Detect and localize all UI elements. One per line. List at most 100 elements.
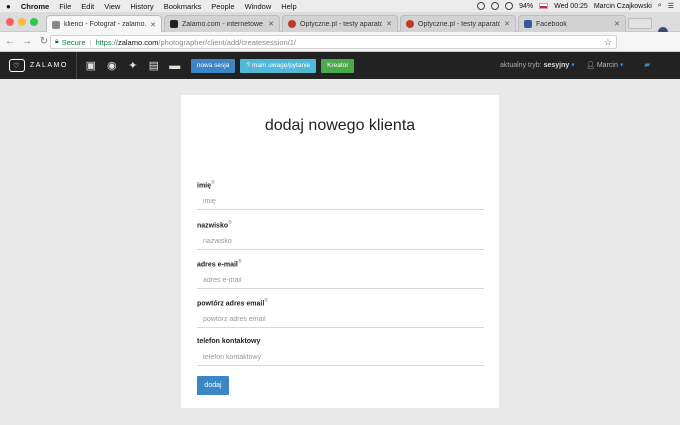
close-tab-icon[interactable]: ✕: [150, 21, 156, 29]
menubar-user[interactable]: Marcin Czajkowski: [594, 3, 652, 10]
minimize-window-button[interactable]: [18, 18, 26, 26]
address-bar[interactable]: 🔒︎ Secure | https:// zalamo.com /photogr…: [50, 35, 617, 49]
bookmark-star-icon[interactable]: ☆: [604, 37, 612, 48]
separator: |: [89, 37, 92, 47]
app-menu-chrome[interactable]: Chrome: [21, 2, 49, 11]
chevron-down-icon: ▾: [571, 62, 575, 69]
first-name-field: imię®: [197, 180, 484, 211]
user-menu[interactable]: 👤︎ Marcin ▾: [586, 61, 623, 69]
last-name-input[interactable]: [197, 234, 484, 251]
tab-title: Zalamo.com - internetowe narzęd: [182, 20, 264, 28]
spotlight-icon[interactable]: ⌕: [658, 2, 662, 10]
browser-tab[interactable]: Facebook ✕: [518, 15, 626, 32]
user-name: Marcin: [596, 62, 618, 69]
last-name-label: nazwisko®: [197, 220, 232, 230]
mode-label: aktualny tryb:: [500, 62, 542, 69]
lock-icon[interactable]: 🔒︎: [55, 38, 59, 46]
gift-icon[interactable]: ✦: [126, 59, 140, 73]
feedback-button[interactable]: ? mam uwagę/pytanie: [240, 58, 317, 73]
first-name-input[interactable]: [197, 194, 484, 211]
site-favicon-icon: [406, 20, 414, 28]
chevron-down-icon: ▾: [619, 62, 624, 69]
email-input[interactable]: [197, 273, 484, 290]
browser-tab[interactable]: Optyczne.pl - testy aparatów, o ✕: [400, 15, 516, 32]
logo-text: ZALAMO: [30, 62, 68, 69]
status-icon[interactable]: [477, 2, 486, 10]
question-icon: ?: [246, 62, 250, 69]
menu-edit[interactable]: Edit: [81, 2, 94, 11]
facebook-favicon-icon: [524, 20, 532, 28]
browser-tabstrip: klienci - Fotograf - zalamo.com ✕ Zalamo…: [0, 12, 680, 37]
close-window-button[interactable]: [6, 18, 14, 26]
zalamo-logo[interactable]: ♡ ZALAMO: [9, 59, 68, 72]
page-title: dodaj nowego klienta: [264, 117, 416, 134]
site-favicon-icon: [288, 20, 296, 28]
portrait-icon[interactable]: ▤: [147, 59, 161, 73]
app-navbar: ♡ ZALAMO ▣ ◉ ✦ ▤ ▬ nowa sesja ? mam uwag…: [0, 52, 680, 79]
close-tab-icon[interactable]: ✕: [504, 20, 510, 28]
add-client-card: dodaj nowego klienta imię® nazwisko® adr…: [181, 95, 499, 408]
creator-button[interactable]: Kreator: [321, 58, 355, 73]
tab-title: klienci - Fotograf - zalamo.com: [64, 21, 147, 28]
email-field: adres e-mail®: [197, 259, 484, 290]
phone-label: telefon kontaktowy: [197, 338, 261, 345]
browser-tab[interactable]: Optyczne.pl - testy aparatów, o ✕: [282, 15, 398, 32]
reload-icon[interactable]: ↻: [37, 36, 51, 47]
input-source-flag-icon[interactable]: [539, 3, 549, 9]
menubar-clock[interactable]: Wed 00:25: [554, 3, 588, 10]
menu-history[interactable]: History: [130, 2, 153, 11]
menu-window[interactable]: Window: [245, 2, 272, 11]
email-label: adres e-mail®: [197, 259, 242, 269]
phone-field: telefon kontaktowy: [197, 338, 484, 366]
menu-bookmarks[interactable]: Bookmarks: [164, 2, 202, 11]
email-confirm-field: powtórz adres email®: [197, 298, 484, 329]
secure-label: Secure: [61, 37, 86, 47]
logo-heart-icon: ♡: [9, 59, 25, 72]
back-arrow-icon[interactable]: ←: [3, 36, 17, 47]
nav-divider: [75, 52, 77, 79]
menu-file[interactable]: File: [59, 2, 71, 11]
url-path: /photographer/client/add/createsession/1…: [158, 37, 296, 47]
camera-icon[interactable]: ◉: [105, 59, 119, 73]
wifi-icon[interactable]: [505, 2, 514, 10]
status-icon[interactable]: [491, 2, 500, 10]
mode-value: sesyjny: [543, 62, 570, 69]
mode-switcher[interactable]: aktualny tryb: sesyjny ▾: [500, 61, 575, 69]
print-icon[interactable]: ▬: [168, 59, 182, 73]
chat-icon[interactable]: ▰: [644, 60, 650, 69]
close-tab-icon[interactable]: ✕: [614, 20, 620, 28]
forward-arrow-icon[interactable]: →: [20, 36, 34, 47]
menu-view[interactable]: View: [104, 2, 120, 11]
battery-percent[interactable]: 94%: [519, 3, 533, 10]
url-host: zalamo.com: [117, 37, 159, 47]
notification-center-icon[interactable]: ☰: [668, 2, 674, 10]
close-tab-icon[interactable]: ✕: [268, 20, 274, 28]
close-tab-icon[interactable]: ✕: [386, 20, 392, 28]
tab-title: Optyczne.pl - testy aparatów, o: [300, 20, 382, 28]
macos-menubar: ● Chrome File Edit View History Bookmark…: [0, 0, 680, 12]
new-session-button[interactable]: nowa sesja: [190, 58, 236, 73]
email-confirm-input[interactable]: [197, 312, 484, 329]
tab-title: Optyczne.pl - testy aparatów, o: [418, 20, 500, 28]
phone-input[interactable]: [197, 350, 484, 366]
first-name-label: imię®: [197, 180, 215, 190]
zoom-window-button[interactable]: [30, 18, 38, 26]
window-controls: [6, 18, 38, 26]
menu-people[interactable]: People: [211, 2, 234, 11]
site-favicon-icon: [52, 20, 60, 29]
user-icon: 👤︎: [586, 62, 595, 69]
last-name-field: nazwisko®: [197, 220, 484, 251]
album-icon[interactable]: ▣: [84, 59, 98, 73]
apple-menu-icon[interactable]: ●: [6, 2, 11, 11]
menu-help[interactable]: Help: [281, 2, 296, 11]
email-confirm-label: powtórz adres email®: [197, 298, 268, 308]
browser-tab[interactable]: Zalamo.com - internetowe narzęd ✕: [164, 15, 280, 32]
url-scheme: https://: [95, 37, 118, 47]
feedback-label: mam uwagę/pytanie: [251, 62, 311, 69]
browser-tab[interactable]: klienci - Fotograf - zalamo.com ✕: [46, 15, 162, 33]
site-favicon-icon: [170, 20, 178, 28]
tab-title: Facebook: [536, 20, 567, 28]
new-tab-button[interactable]: [628, 18, 652, 29]
browser-toolbar: ← → ↻ 🔒︎ Secure | https:// zalamo.com /p…: [0, 32, 680, 79]
add-client-button[interactable]: dodaj: [197, 376, 229, 395]
